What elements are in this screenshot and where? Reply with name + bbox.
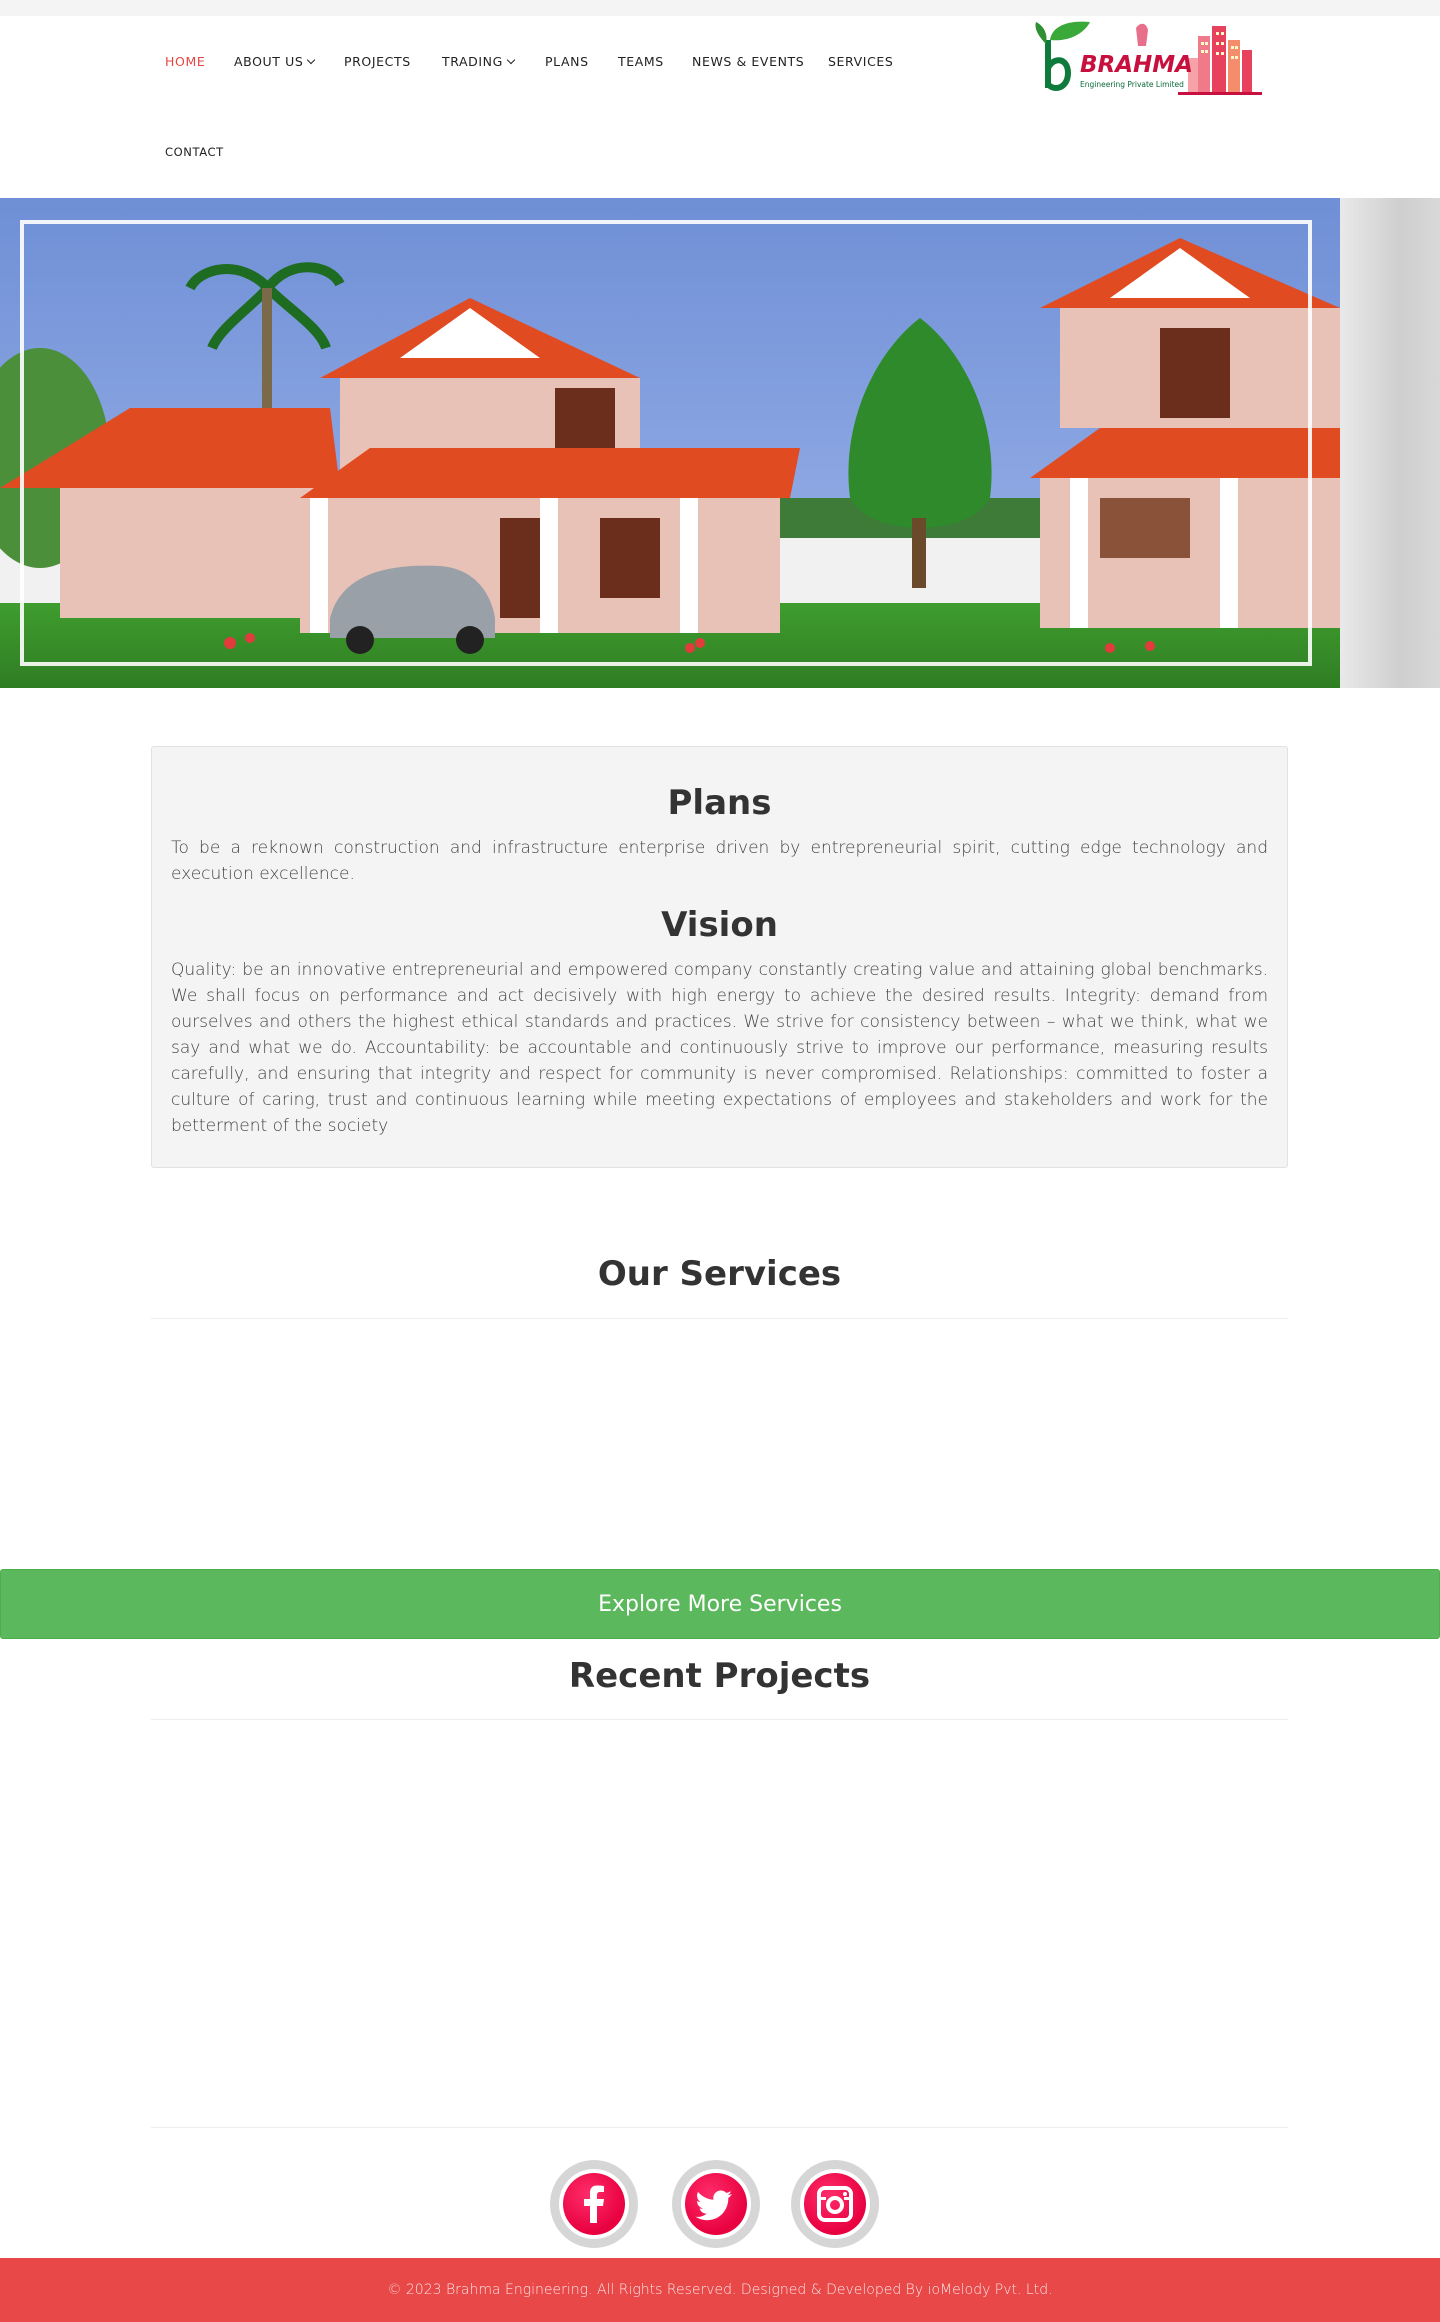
top-strip <box>0 0 1440 16</box>
instagram-icon <box>804 2173 866 2235</box>
navbar-second-row: CONTACT <box>0 108 1440 198</box>
vision-heading: Vision <box>661 905 778 945</box>
plans-vision-box: Plans To be a reknown construction and i… <box>151 746 1288 1168</box>
recent-projects-title: Recent Projects <box>568 1656 871 1696</box>
nav-item-news-events[interactable]: NEWS & EVENTS <box>692 54 804 69</box>
services-title: Our Services <box>597 1254 842 1294</box>
plans-heading: Plans <box>667 783 772 823</box>
facebook-icon <box>563 2173 625 2235</box>
brand-logo[interactable]: BRAHMA Engineering Private Limited <box>1028 18 1268 106</box>
nav-item-projects[interactable]: PROJECTS <box>344 54 411 69</box>
logo-name: BRAHMA <box>1080 52 1193 78</box>
instagram-link[interactable] <box>791 2160 879 2248</box>
nav-item-trading[interactable]: TRADING <box>442 54 516 69</box>
copyright-text: © 2023 Brahma Engineering. All Rights Re… <box>387 2282 1053 2298</box>
facebook-ring <box>559 2169 629 2239</box>
logo-subtitle: Engineering Private Limited <box>1080 80 1184 89</box>
hero-side-panel <box>1340 198 1440 688</box>
chevron-down-icon <box>506 55 516 65</box>
twitter-link[interactable] <box>672 2160 760 2248</box>
hero-banner-image <box>0 198 1340 688</box>
nav-item-contact[interactable]: CONTACT <box>165 145 224 159</box>
facebook-link[interactable] <box>550 2160 638 2248</box>
vision-text: Quality: be an innovative entrepreneuria… <box>171 960 1268 1136</box>
nav-item-trading-label: TRADING <box>442 54 503 69</box>
explore-more-services-button[interactable]: Explore More Services <box>0 1569 1440 1639</box>
twitter-icon <box>685 2173 747 2235</box>
main-navbar: HOME ABOUT US PROJECTS TRADING PLANS TEA… <box>0 16 1440 109</box>
nav-item-teams[interactable]: TEAMS <box>618 54 664 69</box>
instagram-ring <box>800 2169 870 2239</box>
projects-divider <box>151 1719 1288 1720</box>
nav-item-plans[interactable]: PLANS <box>545 54 589 69</box>
plans-text: To be a reknown construction and infrast… <box>171 838 1268 884</box>
services-divider <box>151 1318 1288 1319</box>
nav-item-services[interactable]: SERVICES <box>828 54 893 69</box>
site-footer: © 2023 Brahma Engineering. All Rights Re… <box>0 2258 1440 2322</box>
footer-divider <box>151 2127 1288 2128</box>
chevron-down-icon <box>307 55 316 65</box>
nav-item-about-us[interactable]: ABOUT US <box>234 54 316 69</box>
nav-item-about-us-label: ABOUT US <box>234 54 304 69</box>
twitter-ring <box>681 2169 751 2239</box>
nav-item-home[interactable]: HOME <box>165 54 205 69</box>
hero-frame-border <box>20 220 1312 666</box>
